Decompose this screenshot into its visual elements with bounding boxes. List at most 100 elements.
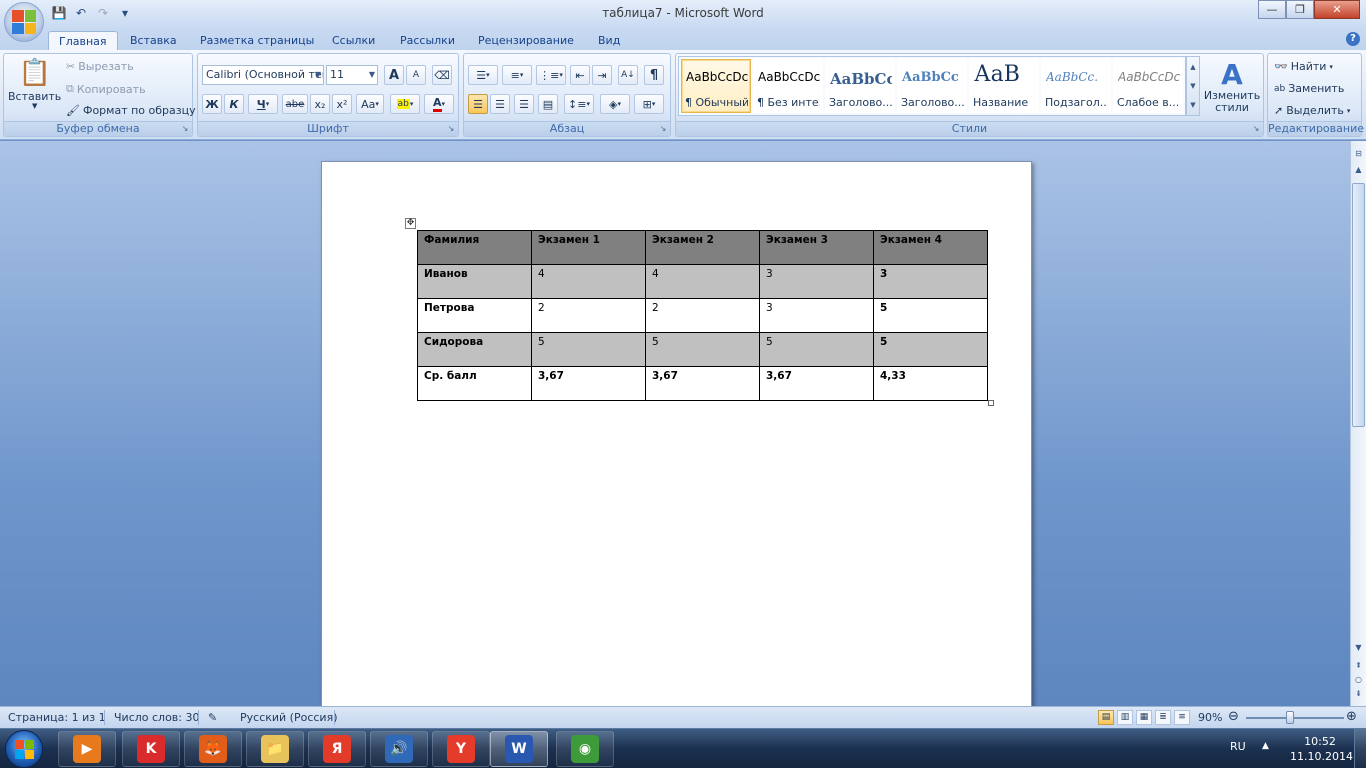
taskbar-app-yandex-browser[interactable]: Y	[432, 731, 490, 767]
close-button[interactable]: ✕	[1314, 0, 1360, 19]
table-cell-name[interactable]: Сидорова	[417, 332, 532, 367]
table-cell-score[interactable]: 5	[645, 332, 760, 367]
table-cell-score[interactable]: Экзамен 1	[531, 230, 646, 265]
dialog-launcher-icon[interactable]: ↘	[180, 124, 190, 134]
find-button[interactable]: 👓 Найти ▾	[1274, 60, 1333, 73]
minimize-button[interactable]: —	[1258, 0, 1286, 19]
vertical-scrollbar[interactable]: ⊟ ▲ ▼ ⇞ ○ ⇟	[1350, 141, 1366, 706]
taskbar-app-media-player[interactable]: ▶	[58, 731, 116, 767]
table-cell-name[interactable]: Петрова	[417, 298, 532, 333]
taskbar-app-explorer[interactable]: 📁	[246, 731, 304, 767]
scroll-thumb[interactable]	[1352, 183, 1365, 427]
style-item-heading1[interactable]: AaBbCc Заголово...	[825, 59, 895, 113]
numbering-button[interactable]: ≡ ▾	[502, 65, 532, 85]
clear-format-button[interactable]: ⌫	[432, 65, 452, 85]
table-resize-handle[interactable]	[988, 400, 994, 406]
dialog-launcher-icon[interactable]: ↘	[658, 124, 668, 134]
zoom-slider-thumb[interactable]	[1286, 711, 1295, 724]
table-row[interactable]: Ср. балл 3,67 3,67 3,67 4,33	[417, 366, 988, 401]
word-count[interactable]: Число слов: 30	[114, 711, 200, 724]
move-table-icon[interactable]: ✥	[405, 218, 416, 229]
change-styles-button[interactable]: A Изменить стили	[1204, 60, 1260, 114]
table-cell-score[interactable]: 3	[759, 298, 874, 333]
italic-button[interactable]: К	[224, 94, 244, 114]
zoom-slider-track[interactable]	[1246, 717, 1344, 719]
multilevel-list-button[interactable]: ⋮≡ ▾	[536, 65, 566, 85]
table-cell-score[interactable]: 2	[645, 298, 760, 333]
subscript-button[interactable]: x₂	[310, 94, 330, 114]
table-cell-score[interactable]: Экзамен 4	[873, 230, 988, 265]
shrink-font-button[interactable]: A	[406, 65, 426, 85]
table-cell-score[interactable]: 5	[873, 298, 988, 333]
dialog-launcher-icon[interactable]: ↘	[446, 124, 456, 134]
start-button[interactable]	[5, 730, 43, 768]
tab-review[interactable]: Рецензирование	[468, 31, 584, 50]
table-cell-score[interactable]: 5	[531, 332, 646, 367]
shading-button[interactable]: ◈ ▾	[600, 94, 630, 114]
taskbar-app-red-app[interactable]: K	[122, 731, 180, 767]
next-page-icon[interactable]: ⇟	[1352, 687, 1365, 701]
style-item-title[interactable]: АаВ Название	[969, 59, 1039, 113]
bold-button[interactable]: Ж	[202, 94, 222, 114]
document-page[interactable]: ✥ Фамилия Экзамен 1 Экзамен 2 Экзамен 3 Экза…	[321, 161, 1032, 706]
style-item-subtle-emphasis[interactable]: AaBbCcDc Слабое в...	[1113, 59, 1183, 113]
table-cell-score[interactable]: Экзамен 3	[759, 230, 874, 265]
grow-font-button[interactable]: A	[384, 65, 404, 85]
show-marks-button[interactable]: ¶	[644, 65, 664, 85]
tab-view[interactable]: Вид	[588, 31, 630, 50]
language-indicator[interactable]: Русский (Россия)	[240, 711, 338, 724]
bullets-button[interactable]: ☰ ▾	[468, 65, 498, 85]
table-cell-name[interactable]: Иванов	[417, 264, 532, 299]
outline-view-icon[interactable]: ≣	[1155, 710, 1171, 725]
zoom-level[interactable]: 90%	[1198, 711, 1222, 724]
show-desktop-button[interactable]	[1354, 729, 1366, 768]
office-button[interactable]	[4, 2, 44, 42]
font-color-button[interactable]: A ▾	[424, 94, 454, 114]
maximize-button[interactable]: ❐	[1286, 0, 1314, 19]
grades-table[interactable]: Фамилия Экзамен 1 Экзамен 2 Экзамен 3 Экзаме…	[417, 230, 988, 401]
paste-button[interactable]: 📋 Вставить ▼	[8, 58, 61, 110]
help-icon[interactable]: ?	[1346, 32, 1360, 46]
increase-indent-button[interactable]: ⇥	[592, 65, 612, 85]
decrease-indent-button[interactable]: ⇤	[570, 65, 590, 85]
table-cell-score[interactable]: 4,33	[873, 366, 988, 401]
previous-page-icon[interactable]: ⇞	[1352, 659, 1365, 673]
style-item-normal[interactable]: AaBbCcDc ¶ Обычный	[681, 59, 751, 113]
align-left-button[interactable]: ☰	[468, 94, 488, 114]
strikethrough-button[interactable]: abe	[282, 94, 308, 114]
replace-button[interactable]: ab Заменить	[1274, 82, 1344, 95]
change-case-button[interactable]: Aa ▾	[356, 94, 384, 114]
taskbar-app-chrome[interactable]: ◉	[556, 731, 614, 767]
cut-button[interactable]: ✂ Вырезать	[66, 60, 134, 73]
tab-home[interactable]: Главная	[48, 31, 118, 50]
show-hidden-icons-icon[interactable]: ▲	[1262, 741, 1269, 751]
line-spacing-button[interactable]: ↕≡ ▾	[564, 94, 594, 114]
draft-view-icon[interactable]: ≡	[1174, 710, 1190, 725]
ruler-toggle-icon[interactable]: ⊟	[1352, 147, 1365, 161]
spellcheck-icon[interactable]: ✎	[208, 711, 217, 724]
language-indicator-tray[interactable]: RU	[1230, 740, 1246, 753]
format-painter-button[interactable]: 🖌 Формат по образцу	[66, 104, 196, 117]
zoom-out-icon[interactable]: ⊖	[1228, 709, 1239, 724]
table-cell-score[interactable]: Экзамен 2	[645, 230, 760, 265]
browse-object-icon[interactable]: ○	[1352, 673, 1365, 687]
more-icon[interactable]: ▼	[1190, 101, 1195, 109]
taskbar-app-word[interactable]: W	[490, 731, 548, 767]
table-cell-name[interactable]: Фамилия	[417, 230, 532, 265]
table-cell-score[interactable]: 3,67	[759, 366, 874, 401]
highlight-button[interactable]: ab ▾	[390, 94, 420, 114]
scroll-up-icon[interactable]: ▲	[1352, 163, 1365, 177]
align-center-button[interactable]: ☰	[490, 94, 510, 114]
style-item-no-spacing[interactable]: AaBbCcDc ¶ Без инте...	[753, 59, 823, 113]
web-layout-icon[interactable]: ▦	[1136, 710, 1152, 725]
select-button[interactable]: ➚ Выделить ▾	[1274, 104, 1350, 117]
styles-gallery-scroll[interactable]: ▲ ▼ ▼	[1186, 56, 1200, 116]
dialog-launcher-icon[interactable]: ↘	[1251, 124, 1261, 134]
table-cell-score[interactable]: 5	[873, 332, 988, 367]
tab-insert[interactable]: Вставка	[120, 31, 187, 50]
table-row[interactable]: Петрова 2 2 3 5	[417, 298, 988, 333]
zoom-in-icon[interactable]: ⊕	[1346, 709, 1357, 724]
page-count[interactable]: Страница: 1 из 1	[8, 711, 106, 724]
print-layout-view-icon[interactable]: ▤	[1098, 710, 1114, 725]
font-name-combo[interactable]: Calibri (Основной текст) ▼	[202, 65, 324, 85]
